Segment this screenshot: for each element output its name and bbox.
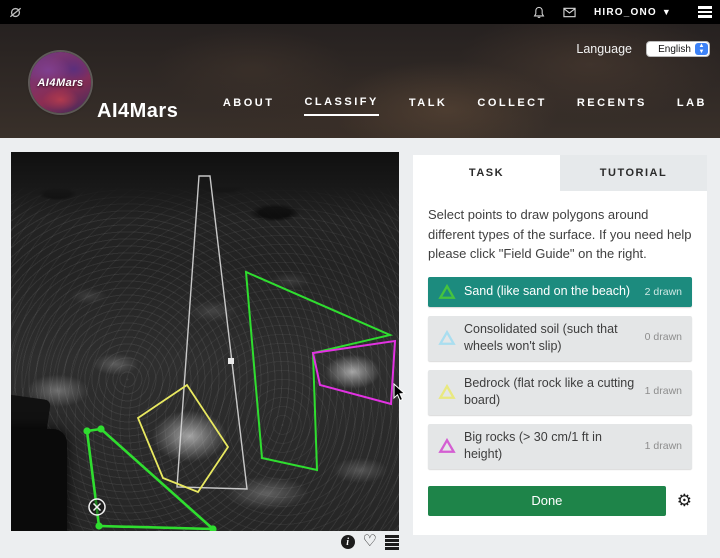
tool-big-rocks[interactable]: Big rocks (> 30 cm/1 ft in height) 1 dra… bbox=[428, 423, 692, 469]
ai4mars-project-avatar[interactable]: AI4Mars bbox=[30, 52, 91, 113]
project-title: AI4Mars bbox=[97, 100, 179, 122]
white-polygon[interactable] bbox=[176, 175, 248, 490]
subject-info-icon[interactable]: i bbox=[340, 535, 355, 550]
nav-recents[interactable]: RECENTS bbox=[577, 97, 647, 115]
favorite-heart-icon[interactable]: ♡ bbox=[363, 534, 377, 550]
classify-task-panel: TASK TUTORIAL Select points to draw poly… bbox=[413, 155, 707, 535]
zooniverse-topbar: HIRO_ONO ▼ bbox=[0, 0, 720, 24]
triangle-tool-icon bbox=[438, 438, 456, 453]
drawing-tool-list: Sand (like sand on the beach) 2 drawn Co… bbox=[428, 276, 692, 469]
select-stepper-icon: ▲ ▼ bbox=[695, 43, 708, 55]
triangle-tool-icon bbox=[438, 384, 456, 399]
subject-toolbar: i ♡ bbox=[11, 534, 399, 550]
triangle-tool-icon bbox=[438, 330, 456, 345]
project-header: AI4Mars AI4Mars Language English ▲ ▼ ABOU… bbox=[0, 24, 720, 138]
tool-drawn-count: 1 drawn bbox=[644, 440, 682, 452]
delete-polygon-icon[interactable] bbox=[88, 498, 106, 516]
messages-envelope-icon[interactable] bbox=[563, 7, 576, 18]
language-select[interactable]: English ▲ ▼ bbox=[646, 41, 710, 57]
mouse-cursor bbox=[393, 383, 406, 402]
tool-drawn-count: 2 drawn bbox=[644, 285, 682, 298]
done-button[interactable]: Done bbox=[428, 485, 666, 516]
settings-gear-icon[interactable]: ⚙ bbox=[677, 492, 692, 509]
tool-sand[interactable]: Sand (like sand on the beach) 2 drawn bbox=[428, 276, 692, 307]
tab-task[interactable]: TASK bbox=[413, 155, 560, 191]
tool-label: Bedrock (flat rock like a cutting board) bbox=[464, 375, 635, 408]
language-selected-value: English bbox=[658, 43, 691, 55]
nav-lab[interactable]: LAB bbox=[677, 97, 707, 115]
chevron-down-icon: ▼ bbox=[661, 7, 672, 17]
tool-label: Consolidated soil (such that wheels won'… bbox=[464, 321, 618, 354]
project-nav: ABOUT CLASSIFY TALK COLLECT RECENTS LAB bbox=[223, 96, 707, 116]
tool-bedrock[interactable]: Bedrock (flat rock like a cutting board)… bbox=[428, 369, 692, 415]
collections-list-icon[interactable] bbox=[385, 535, 399, 550]
tool-label: Sand (like sand on the beach) bbox=[464, 283, 631, 298]
nav-talk[interactable]: TALK bbox=[409, 97, 448, 115]
polygon-vertex-handle[interactable] bbox=[97, 425, 105, 433]
big-rocks-polygon[interactable] bbox=[311, 339, 397, 406]
tool-label: Big rocks (> 30 cm/1 ft in height) bbox=[464, 429, 602, 462]
project-avatar-text: AI4Mars bbox=[37, 76, 84, 89]
username-label: HIRO_ONO bbox=[593, 6, 657, 18]
tool-drawn-count: 0 drawn bbox=[644, 331, 682, 344]
sand-polygon-right[interactable] bbox=[244, 270, 394, 472]
task-instructions: Select points to draw polygons around di… bbox=[428, 207, 692, 261]
zooniverse-logo-icon[interactable] bbox=[8, 5, 23, 20]
nav-about[interactable]: ABOUT bbox=[223, 97, 275, 115]
nav-classify[interactable]: CLASSIFY bbox=[304, 96, 379, 116]
sand-polygon-active[interactable] bbox=[85, 427, 217, 531]
tool-drawn-count: 1 drawn bbox=[644, 385, 682, 398]
user-menu[interactable]: HIRO_ONO ▼ bbox=[594, 7, 672, 18]
hamburger-menu-icon[interactable] bbox=[698, 6, 712, 18]
polygon-vertex-handle[interactable] bbox=[83, 427, 91, 435]
white-polygon-handle[interactable] bbox=[228, 358, 234, 364]
notifications-bell-icon[interactable] bbox=[533, 6, 545, 19]
subject-image-viewer[interactable] bbox=[11, 152, 399, 531]
tool-consolidated-soil[interactable]: Consolidated soil (such that wheels won'… bbox=[428, 315, 692, 361]
nav-collect[interactable]: COLLECT bbox=[477, 97, 546, 115]
polygon-vertex-handle[interactable] bbox=[95, 522, 103, 530]
language-label: Language bbox=[576, 42, 632, 56]
annotation-overlay[interactable] bbox=[11, 152, 399, 531]
tab-tutorial[interactable]: TUTORIAL bbox=[560, 155, 707, 191]
triangle-tool-icon bbox=[438, 283, 456, 299]
